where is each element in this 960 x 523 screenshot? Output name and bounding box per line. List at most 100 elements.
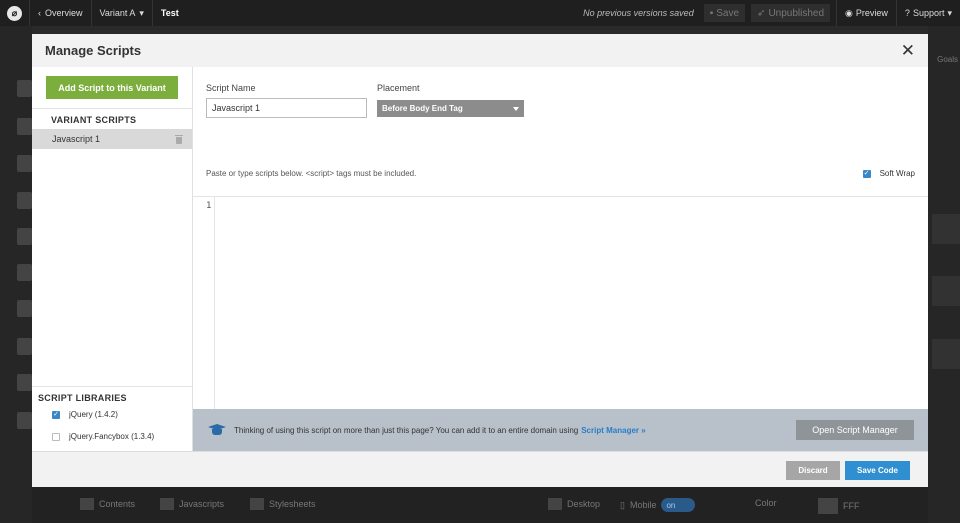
save-button[interactable]: ▪ Save — [703, 4, 746, 22]
close-icon[interactable]: ✕ — [901, 42, 915, 59]
preview-label: Preview — [855, 8, 888, 18]
script-item-label: Javascript 1 — [52, 134, 101, 144]
stylesheets-tab[interactable]: Stylesheets — [250, 498, 316, 510]
stylesheets-label: Stylesheets — [269, 499, 316, 509]
javascripts-icon — [160, 498, 174, 510]
save-icon: ▪ — [709, 7, 714, 19]
javascripts-tab[interactable]: Javascripts — [160, 498, 224, 510]
tool-icon — [17, 374, 32, 391]
save-code-button[interactable]: Save Code — [845, 461, 910, 480]
mobile-view-button[interactable]: ▯ Mobile on — [620, 498, 696, 512]
publish-button[interactable]: ➶ Unpublished — [751, 4, 831, 22]
contents-icon — [80, 498, 94, 510]
library-label: jQuery (1.4.2) — [69, 410, 118, 419]
code-editor[interactable] — [216, 197, 928, 443]
script-manager-link[interactable]: Script Manager » — [581, 426, 645, 435]
desktop-view-button[interactable]: Desktop — [548, 498, 600, 510]
caret-down-icon: ▾ — [139, 7, 144, 18]
library-label: jQuery.Fancybox (1.3.4) — [69, 432, 155, 441]
support-menu[interactable]: ? Support ▾ — [895, 0, 960, 26]
top-bar: ⌀ ‹ Overview Variant A ▾ Test No previou… — [0, 0, 960, 26]
library-item[interactable]: jQuery.Fancybox (1.3.4) — [52, 432, 154, 441]
graduation-cap-icon — [207, 423, 227, 437]
desktop-icon — [548, 498, 562, 510]
modal-header: Manage Scripts ✕ — [32, 34, 928, 67]
trash-icon[interactable] — [175, 134, 183, 144]
tool-icon — [17, 300, 32, 317]
variant-selector[interactable]: Variant A ▾ — [92, 0, 153, 26]
tool-icon — [17, 192, 32, 209]
script-name-label: Script Name — [206, 83, 256, 93]
tool-icon — [17, 264, 32, 281]
color-swatch — [818, 498, 838, 514]
placement-label: Placement — [377, 83, 420, 93]
back-label: Overview — [45, 8, 83, 18]
script-name-input[interactable] — [206, 98, 367, 118]
color-picker[interactable]: FFF — [818, 498, 860, 514]
discard-button[interactable]: Discard — [786, 461, 840, 480]
variant-scripts-heading: VARIANT SCRIPTS — [51, 115, 137, 125]
publish-icon: ➶ — [757, 7, 766, 19]
back-to-overview-link[interactable]: ‹ Overview — [30, 0, 92, 26]
stylesheets-icon — [250, 498, 264, 510]
mobile-toggle[interactable]: on — [661, 498, 696, 512]
soft-wrap-label: Soft Wrap — [879, 169, 915, 178]
library-checkbox[interactable]: ✓ — [52, 410, 60, 419]
desktop-label: Desktop — [567, 499, 601, 509]
caret-down-icon — [513, 106, 519, 111]
tool-icon — [17, 338, 32, 355]
modal-footer: Discard Save Code — [32, 451, 928, 487]
tool-icon — [17, 80, 32, 97]
preview-link[interactable]: ◉ Preview — [836, 0, 896, 26]
javascripts-label: Javascripts — [179, 499, 225, 509]
save-label: Save — [716, 7, 740, 19]
scripts-sidebar: Add Script to this Variant VARIANT SCRIP… — [32, 67, 193, 451]
publish-label: Unpublished — [768, 7, 825, 19]
contents-label: Contents — [99, 499, 136, 509]
contents-tab[interactable]: Contents — [80, 498, 135, 510]
add-script-button[interactable]: Add Script to this Variant — [46, 76, 178, 99]
property-block — [932, 214, 960, 244]
color-label: Color — [755, 498, 777, 508]
eye-icon: ◉ — [845, 7, 853, 18]
color-value: FFF — [843, 501, 860, 511]
help-icon: ? — [904, 8, 910, 18]
logo-icon: ⌀ — [7, 5, 22, 21]
goals-label: Goals — [937, 55, 958, 64]
property-block — [932, 339, 960, 369]
placement-select[interactable]: Before Body End Tag — [377, 100, 524, 117]
script-manager-notice: Thinking of using this script on more th… — [193, 409, 928, 451]
script-libraries-heading: SCRIPT LIBRARIES — [38, 393, 127, 403]
script-list-item[interactable]: Javascript 1 — [32, 129, 192, 149]
tool-icon — [17, 118, 32, 135]
tool-icon — [17, 228, 32, 245]
soft-wrap-checkbox[interactable]: ✓ — [862, 169, 871, 178]
versions-status: No previous versions saved — [583, 8, 694, 18]
editor-hint: Paste or type scripts below. <script> ta… — [206, 169, 417, 178]
divider — [32, 108, 193, 109]
logo[interactable]: ⌀ — [0, 0, 30, 26]
page-name: Test — [160, 8, 179, 18]
script-editor-panel: Script Name Placement Before Body End Ta… — [193, 67, 928, 443]
divider — [32, 386, 193, 387]
chevron-left-icon: ‹ — [38, 8, 41, 18]
soft-wrap-option[interactable]: ✓ Soft Wrap — [862, 169, 915, 178]
tool-icon — [17, 155, 32, 172]
line-number: 1 — [206, 201, 212, 211]
mobile-icon: ▯ — [620, 499, 625, 510]
variant-label: Variant A — [99, 8, 136, 18]
support-label: Support — [912, 8, 945, 18]
line-gutter — [193, 197, 215, 443]
notice-text: Thinking of using this script on more th… — [234, 426, 646, 435]
open-script-manager-button[interactable]: Open Script Manager — [796, 420, 914, 440]
library-checkbox[interactable] — [52, 432, 60, 441]
mobile-label: Mobile — [629, 500, 657, 510]
caret-down-icon: ▾ — [947, 7, 952, 18]
property-block — [932, 276, 960, 306]
placement-value: Before Body End Tag — [382, 104, 463, 113]
notice-message: Thinking of using this script on more th… — [234, 425, 579, 435]
properties-sidebar — [928, 26, 960, 523]
modal-title: Manage Scripts — [45, 43, 142, 58]
library-item[interactable]: ✓ jQuery (1.4.2) — [52, 410, 118, 419]
tool-icon — [17, 412, 32, 429]
